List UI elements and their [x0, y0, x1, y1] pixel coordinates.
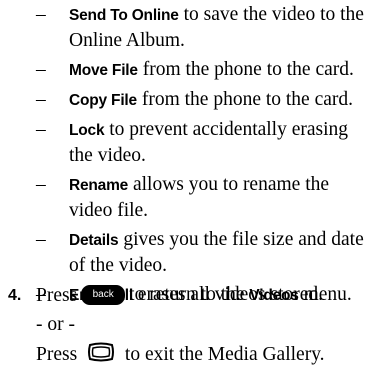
- list-item: – Move File from the phone to the card.: [0, 57, 381, 83]
- dash-marker: –: [36, 174, 46, 195]
- end-key-icon: [86, 341, 116, 370]
- instruction-text: to exit the Media Gallery.: [124, 343, 325, 365]
- step-4: 4. Press back to return to the Videos me…: [0, 282, 381, 370]
- back-key-icon: back: [81, 285, 126, 305]
- dash-marker: –: [36, 119, 46, 140]
- option-keyword: Send To Online: [69, 7, 179, 24]
- list-item: – Copy File from the phone to the card.: [0, 87, 381, 113]
- dash-marker: –: [36, 4, 46, 25]
- list-item: – Send To Online to save the video to th…: [0, 2, 381, 53]
- list-item: – Rename allows you to rename the video …: [0, 172, 381, 223]
- option-keyword: Move File: [69, 62, 138, 79]
- option-keyword: Rename: [69, 177, 129, 194]
- menu-name: Videos: [249, 287, 299, 304]
- step-number: 4.: [8, 286, 22, 304]
- instruction-text: to return to the: [129, 284, 250, 305]
- exit-instruction: Press to exit the Media Gallery.: [0, 341, 381, 370]
- manual-page: – Send To Online to save the video to th…: [0, 0, 381, 380]
- option-keyword: Details: [69, 232, 119, 249]
- dash-marker: –: [36, 89, 46, 110]
- option-description: from the phone to the card.: [137, 59, 354, 80]
- instruction-text: menu.: [298, 284, 352, 305]
- list-item: – Lock to prevent accidentally erasing t…: [0, 117, 381, 168]
- dash-marker: –: [36, 59, 46, 80]
- list-item: – Details gives you the file size and da…: [0, 227, 381, 278]
- options-list: – Send To Online to save the video to th…: [0, 2, 381, 312]
- option-keyword: Lock: [69, 122, 105, 139]
- press-text: Press: [36, 284, 78, 306]
- option-description: to prevent accidentally erasing the vide…: [69, 119, 349, 166]
- step-4-line: 4. Press back to return to the Videos me…: [0, 282, 381, 308]
- option-keyword: Copy File: [69, 92, 137, 109]
- option-description: from the phone to the card.: [136, 89, 354, 110]
- dash-marker: –: [36, 229, 46, 250]
- press-text: Press: [36, 343, 78, 365]
- or-separator: - or -: [36, 314, 75, 335]
